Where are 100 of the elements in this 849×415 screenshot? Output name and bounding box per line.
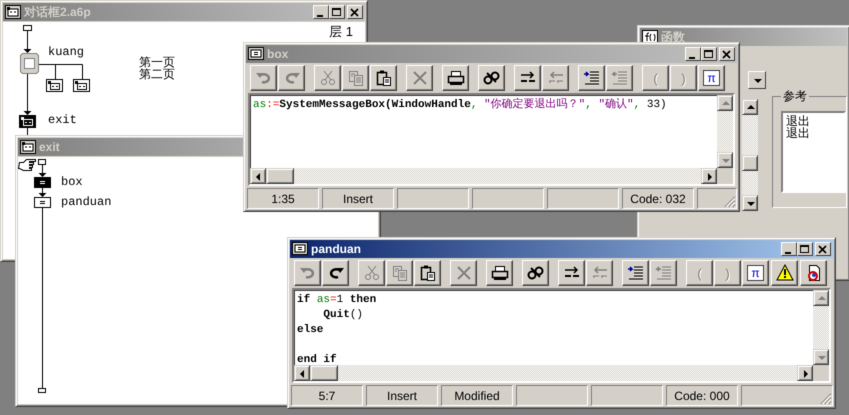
calculation-icon[interactable]: [34, 197, 51, 208]
flow-line: [24, 74, 32, 115]
scissors-icon: [362, 264, 380, 282]
document-button[interactable]: [800, 260, 827, 286]
icon-title[interactable]: panduan: [61, 195, 112, 209]
scroll-arrow-button[interactable]: [813, 290, 829, 306]
code-line: if as=1 then: [297, 293, 376, 308]
minimize-icon: [785, 252, 791, 254]
code-line: as:=SystemMessageBox(WindowHandle, "你确定要退出吗？", "确认", 33): [253, 98, 667, 113]
close-icon: [350, 8, 360, 16]
scroll-arrow-button[interactable]: [294, 365, 310, 381]
vertical-scrollbar[interactable]: [813, 290, 829, 365]
minimize-button[interactable]: [313, 5, 329, 19]
marker-icon: [38, 388, 46, 393]
indent-button[interactable]: [578, 65, 605, 91]
scroll-arrow-button[interactable]: [742, 195, 758, 211]
find-button[interactable]: [522, 260, 549, 286]
scroll-arrow-button[interactable]: [797, 365, 813, 381]
icon-title[interactable]: kuang: [48, 45, 84, 59]
status-panel: [516, 385, 588, 406]
scroll-thumb[interactable]: [310, 365, 338, 381]
scroll-arrow-button[interactable]: [742, 99, 758, 115]
scroll-thumb[interactable]: [266, 168, 294, 184]
print-button[interactable]: [442, 65, 469, 91]
list-item[interactable]: 退出: [786, 115, 841, 127]
page-title[interactable]: 第一页: [139, 56, 175, 68]
scroll-arrow-button[interactable]: [250, 168, 266, 184]
scroll-thumb[interactable]: [742, 155, 758, 171]
status-panel: [547, 188, 619, 209]
symbol-button[interactable]: π: [698, 65, 725, 91]
code-line: else: [297, 323, 324, 338]
arrows-button[interactable]: [514, 65, 541, 91]
close-button[interactable]: [719, 47, 735, 61]
marker-icon: [23, 25, 32, 31]
indent-button[interactable]: [622, 260, 649, 286]
branch-line: [38, 64, 83, 80]
list-item[interactable]: 退出: [786, 127, 841, 139]
printer-icon: [490, 264, 508, 282]
flow-line: [38, 188, 46, 197]
scrollbar-corner: [717, 168, 733, 184]
map-icon: [5, 5, 21, 19]
maximize-button[interactable]: [329, 5, 345, 19]
paste-button[interactable]: [414, 260, 441, 286]
maximize-button[interactable]: [701, 47, 717, 61]
find-button[interactable]: [478, 65, 505, 91]
map-icon[interactable]: [19, 115, 36, 128]
calculation-icon[interactable]: [34, 177, 51, 188]
char-code: Code: 000: [666, 385, 738, 406]
minimize-icon: [317, 14, 323, 16]
minimize-button[interactable]: [781, 242, 797, 256]
resize-grip-icon[interactable]: [724, 196, 736, 208]
function-icon: [642, 30, 658, 44]
scissors-icon: [318, 69, 336, 87]
resize-grip-icon[interactable]: [820, 393, 832, 405]
scroll-arrow-button[interactable]: [701, 168, 717, 184]
icon-title[interactable]: box: [61, 175, 83, 189]
page-title[interactable]: 第二页: [139, 68, 175, 80]
list-box[interactable]: 退出 退出: [781, 111, 846, 193]
print-button[interactable]: [486, 260, 513, 286]
page-icon[interactable]: [46, 79, 63, 92]
edit-mode: Insert: [322, 188, 394, 209]
calculation-icon: [248, 47, 264, 61]
vertical-scrollbar[interactable]: [742, 99, 758, 211]
cross-icon: [454, 264, 472, 282]
redo-button[interactable]: [322, 260, 349, 286]
minimize-button[interactable]: [685, 47, 701, 61]
window-title: panduan: [311, 242, 362, 256]
close-button[interactable]: [815, 242, 831, 256]
status-panel: [591, 385, 663, 406]
icon-title[interactable]: exit: [48, 113, 77, 127]
scrollbar-corner: [813, 365, 829, 381]
horizontal-scrollbar[interactable]: [250, 168, 717, 184]
close-button[interactable]: [347, 5, 363, 19]
symbol-button[interactable]: π: [742, 260, 769, 286]
indent-icon: [626, 264, 644, 282]
scroll-arrow-button[interactable]: [717, 95, 733, 111]
printer-icon: [446, 69, 464, 87]
outdent-icon: [610, 69, 628, 87]
scroll-arrow-button[interactable]: [813, 349, 829, 365]
status-panel: [472, 188, 544, 209]
horizontal-scrollbar[interactable]: [294, 365, 813, 381]
copy-icon: [390, 264, 408, 282]
paste-button[interactable]: [370, 65, 397, 91]
page-icon[interactable]: [73, 79, 90, 92]
maximize-button[interactable]: [797, 242, 813, 256]
vertical-scrollbar[interactable]: [717, 95, 733, 168]
scroll-arrow-button[interactable]: [717, 152, 733, 168]
arrows-button[interactable]: [558, 260, 585, 286]
binoculars-icon: [482, 69, 500, 87]
code-line: Quit(): [322, 308, 364, 323]
layer-label: 层 1: [329, 23, 353, 41]
dropdown-button[interactable]: [748, 71, 766, 89]
clipboard-icon: [374, 69, 392, 87]
warning-button[interactable]: [771, 260, 798, 286]
copy-icon: [346, 69, 364, 87]
close-icon: [722, 50, 732, 58]
maximize-icon: [704, 50, 714, 58]
framework-icon[interactable]: [20, 53, 39, 74]
group-title: 参考: [782, 88, 808, 105]
cursor-position: 1:35: [247, 188, 319, 209]
